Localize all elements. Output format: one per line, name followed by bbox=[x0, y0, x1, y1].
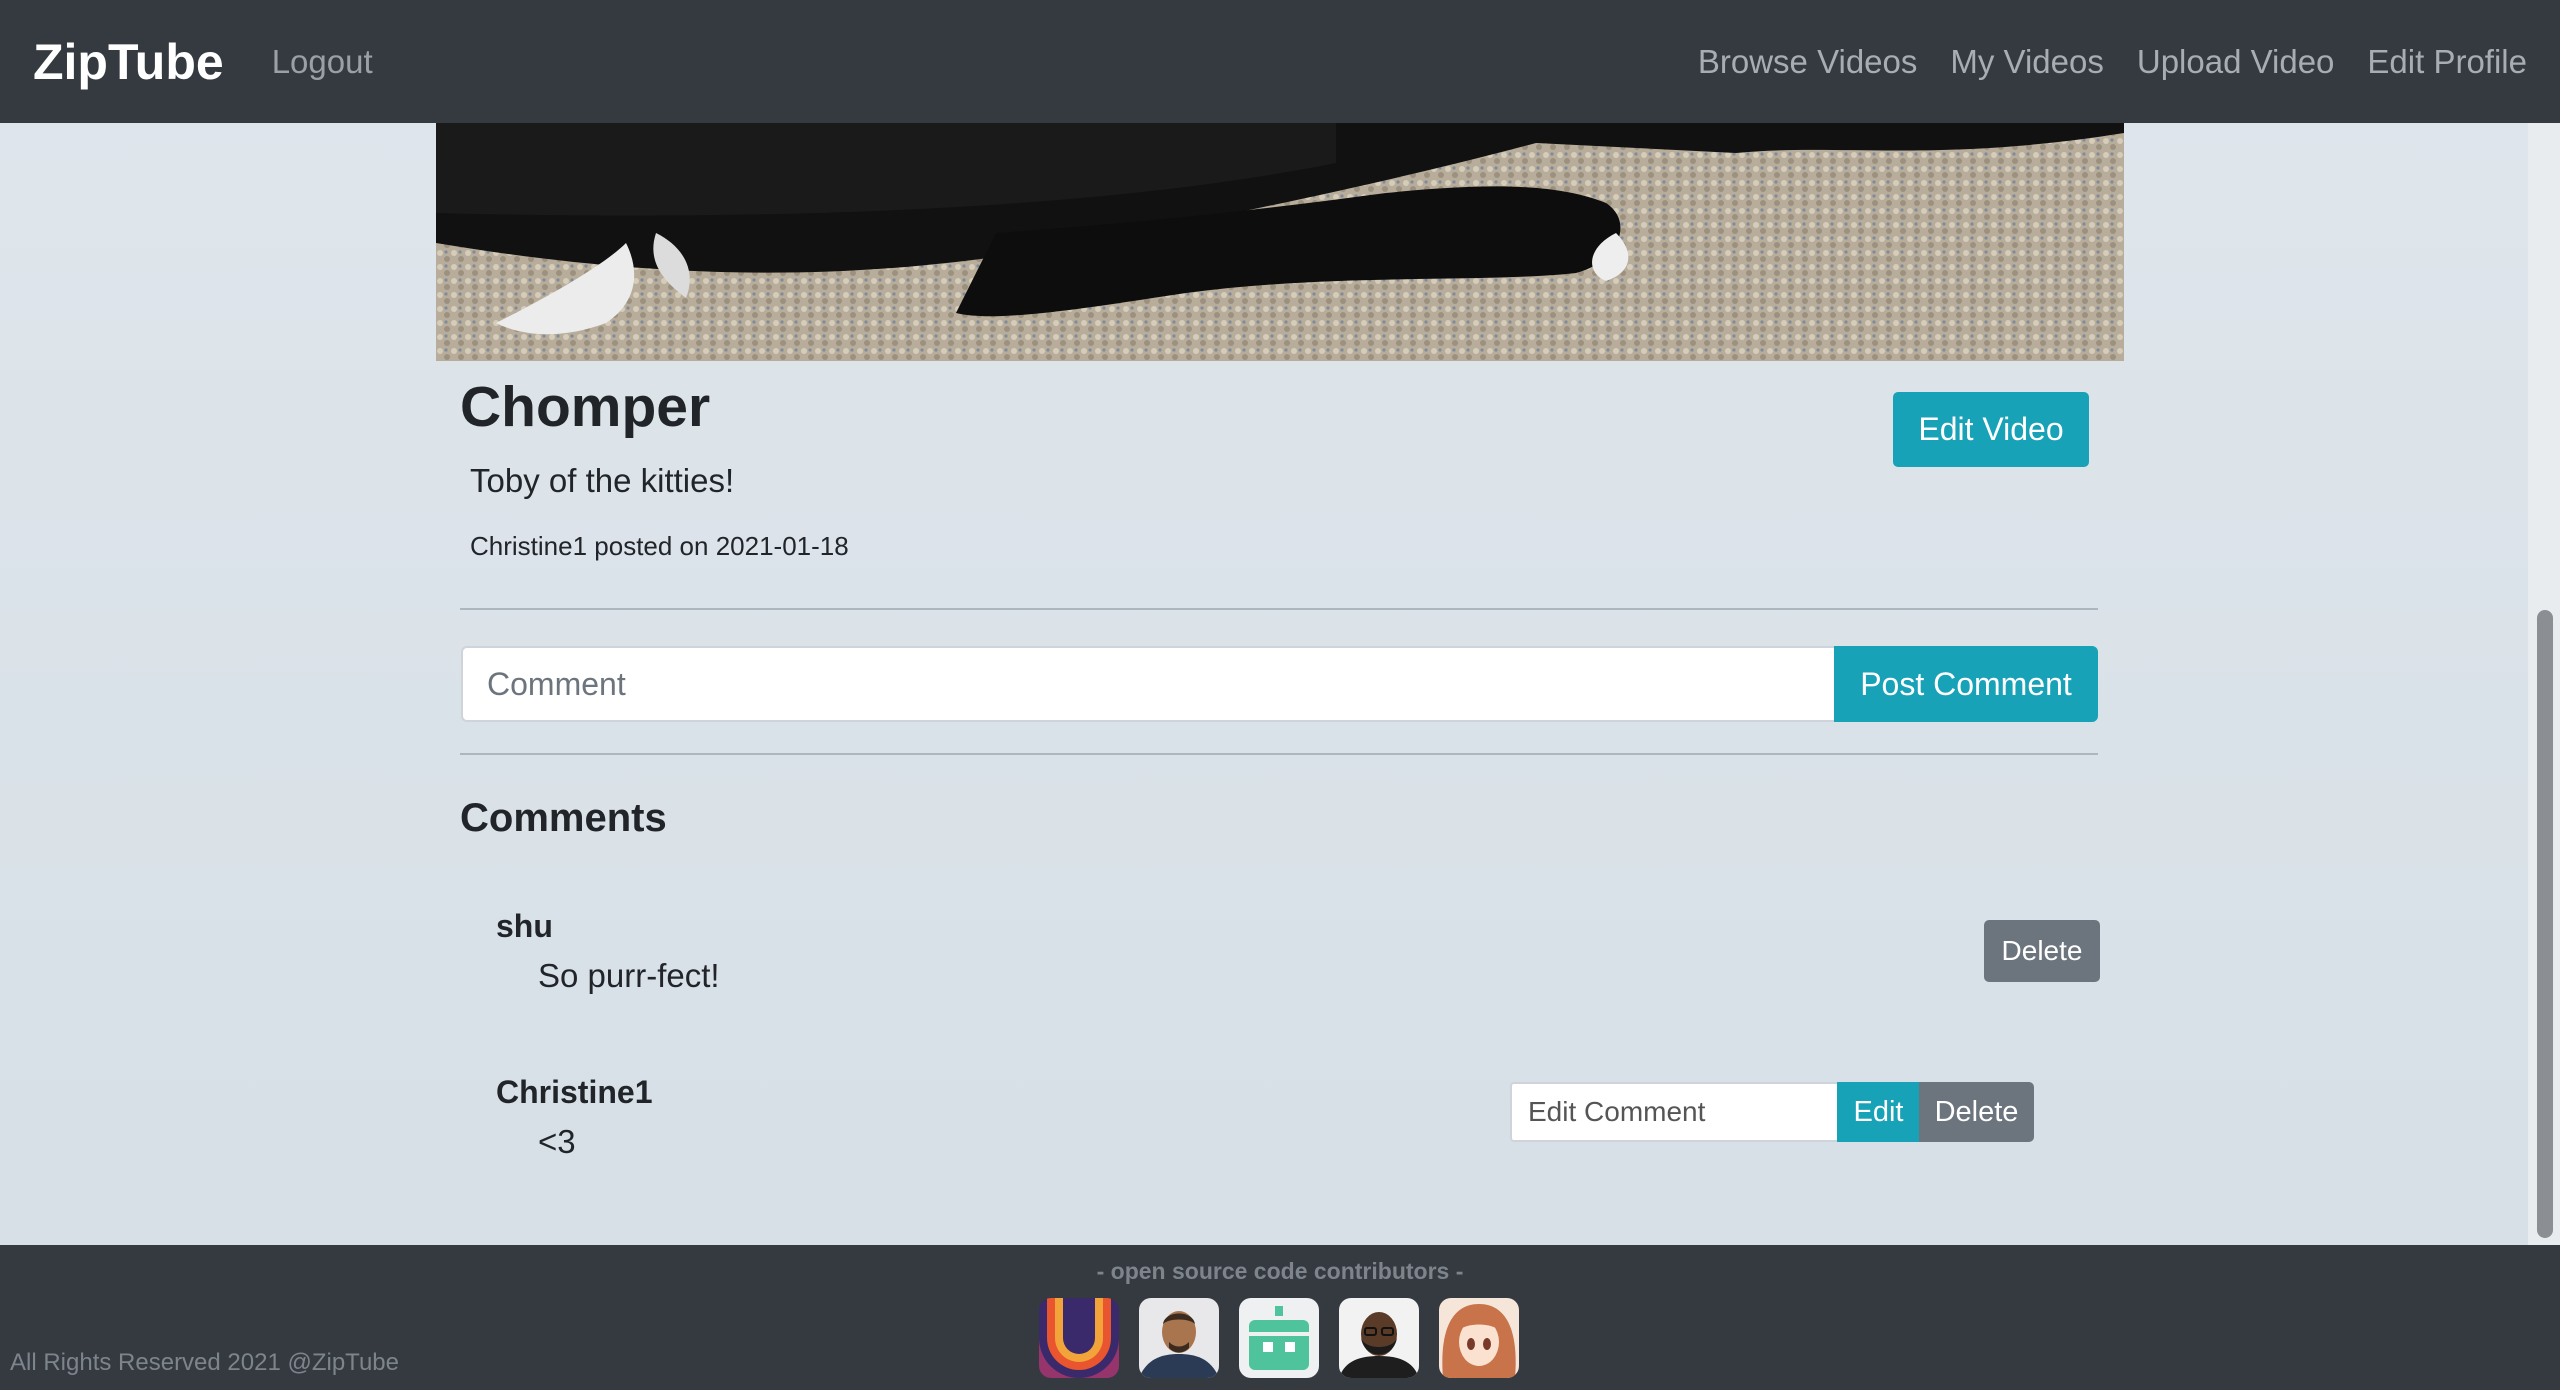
cat-video-frame bbox=[436, 123, 2124, 361]
edit-comment-button[interactable]: Edit bbox=[1837, 1082, 1920, 1142]
man-avatar[interactable] bbox=[1139, 1298, 1219, 1378]
robot-avatar[interactable] bbox=[1239, 1298, 1319, 1378]
comment-text: So purr-fect! bbox=[538, 957, 720, 994]
navbar: ZipTube Logout Browse Videos My Videos U… bbox=[0, 0, 2560, 123]
nav-upload-video[interactable]: Upload Video bbox=[2137, 43, 2335, 81]
edit-comment-input[interactable] bbox=[1510, 1082, 1838, 1142]
page-scrollbar[interactable] bbox=[2528, 123, 2560, 1245]
post-comment-button[interactable]: Post Comment bbox=[1834, 646, 2098, 722]
nav-browse-videos[interactable]: Browse Videos bbox=[1698, 43, 1918, 81]
scrollbar-thumb[interactable] bbox=[2537, 610, 2553, 1238]
brand-logo[interactable]: ZipTube bbox=[33, 33, 224, 91]
logout-link[interactable]: Logout bbox=[272, 43, 373, 81]
edit-video-button[interactable]: Edit Video bbox=[1893, 392, 2089, 467]
comment-author: Christine1 bbox=[496, 1074, 653, 1110]
comments-heading: Comments bbox=[460, 796, 667, 840]
comment-text: <3 bbox=[538, 1123, 576, 1160]
contributor-avatars bbox=[1039, 1298, 1519, 1378]
video-player[interactable] bbox=[436, 123, 2124, 361]
video-meta: Christine1 posted on 2021-01-18 bbox=[470, 531, 849, 561]
video-title: Chomper bbox=[460, 375, 711, 439]
nav-edit-profile[interactable]: Edit Profile bbox=[2367, 43, 2527, 81]
logo-avatar[interactable] bbox=[1039, 1298, 1119, 1378]
comment-author: shu bbox=[496, 908, 553, 944]
delete-comment-button[interactable]: Delete bbox=[1919, 1082, 2034, 1142]
contributors-title: - open source code contributors - bbox=[1096, 1258, 1464, 1284]
nav-links: Browse Videos My Videos Upload Video Edi… bbox=[1698, 43, 2527, 81]
bearded-man-avatar[interactable] bbox=[1339, 1298, 1419, 1378]
comment-input[interactable] bbox=[461, 646, 1835, 722]
delete-comment-button[interactable]: Delete bbox=[1984, 920, 2100, 982]
anime-girl-avatar[interactable] bbox=[1439, 1298, 1519, 1378]
nav-my-videos[interactable]: My Videos bbox=[1950, 43, 2103, 81]
video-description: Toby of the kitties! bbox=[470, 462, 735, 499]
footer: - open source code contributors - All Ri… bbox=[0, 1245, 2560, 1390]
divider bbox=[460, 608, 2098, 610]
divider bbox=[460, 753, 2098, 755]
copyright-text: All Rights Reserved 2021 @ZipTube bbox=[10, 1349, 399, 1376]
